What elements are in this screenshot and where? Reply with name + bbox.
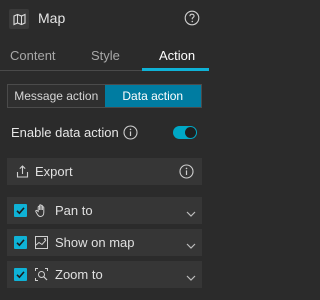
tab-content[interactable]: Content — [10, 48, 56, 63]
pan-to-action-card[interactable]: Pan to — [7, 197, 202, 224]
tab-bar: Content Style Action — [0, 44, 209, 71]
zoom-to-label: Zoom to — [55, 267, 103, 282]
panel-header: Map — [0, 0, 209, 36]
zoom-to-checkbox[interactable] — [14, 268, 27, 281]
export-info-icon[interactable] — [179, 164, 194, 179]
enable-data-action-toggle[interactable] — [173, 126, 197, 139]
active-tab-indicator — [142, 68, 209, 71]
show-on-map-icon — [34, 235, 49, 250]
chevron-down-icon[interactable] — [186, 270, 196, 281]
export-label: Export — [35, 164, 73, 179]
message-action-option[interactable]: Message action — [8, 85, 105, 107]
chevron-down-icon[interactable] — [186, 238, 196, 249]
data-action-option[interactable]: Data action — [104, 85, 201, 107]
pan-to-label: Pan to — [55, 203, 93, 218]
tab-style[interactable]: Style — [91, 48, 120, 63]
info-icon[interactable] — [123, 125, 138, 140]
map-icon — [9, 9, 29, 29]
chevron-down-icon[interactable] — [186, 206, 196, 217]
pan-to-checkbox[interactable] — [14, 204, 27, 217]
hand-icon — [34, 203, 49, 218]
show-on-map-checkbox[interactable] — [14, 236, 27, 249]
zoom-to-icon — [34, 267, 49, 282]
zoom-to-action-card[interactable]: Zoom to — [7, 261, 202, 288]
tab-action[interactable]: Action — [159, 48, 195, 63]
panel-title: Map — [38, 10, 66, 26]
enable-data-action-label: Enable data action — [11, 125, 119, 140]
export-icon — [15, 164, 30, 179]
enable-data-action-row: Enable data action — [11, 123, 201, 143]
action-type-segmented-control: Message action Data action — [7, 84, 202, 108]
export-action-card[interactable]: Export — [7, 158, 202, 185]
show-on-map-action-card[interactable]: Show on map — [7, 229, 202, 256]
help-icon[interactable] — [184, 10, 200, 26]
toggle-knob — [185, 127, 196, 138]
show-on-map-label: Show on map — [55, 235, 135, 250]
